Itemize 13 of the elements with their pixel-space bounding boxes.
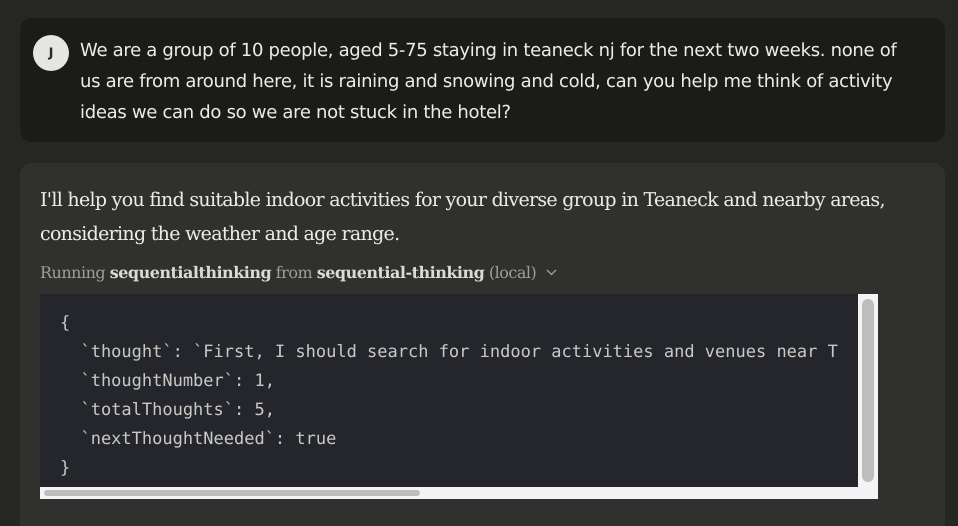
- code-line: `thought`: `First, I should search for indoor activities and venues near T: [79, 341, 838, 364]
- chevron-down-icon[interactable]: [546, 269, 558, 276]
- user-avatar: J: [33, 35, 69, 71]
- horizontal-scrollbar[interactable]: [40, 487, 878, 499]
- vertical-scrollbar[interactable]: [858, 294, 878, 487]
- code-line: `thoughtNumber`: 1,: [79, 370, 275, 393]
- code-line: `totalThoughts`: 5,: [79, 399, 275, 422]
- assistant-message-text: I'll help you find suitable indoor activities for your diverse group in Teaneck and nearby areas, considering the weather and age range.: [40, 188, 886, 247]
- tool-call-label: Running sequentialthinking from sequential-thinking (local): [40, 263, 536, 282]
- code-line: `nextThoughtNeeded`: true: [79, 428, 336, 451]
- code-line: {: [60, 312, 70, 335]
- code-line: }: [60, 457, 70, 480]
- user-message-text: We are a group of 10 people, aged 5-75 staying in teaneck nj for the next two weeks. none of us are from around here, it is raining and snowing and cold, can you help me think of activity ideas we can do so we are not stuck in the hotel?: [80, 39, 898, 125]
